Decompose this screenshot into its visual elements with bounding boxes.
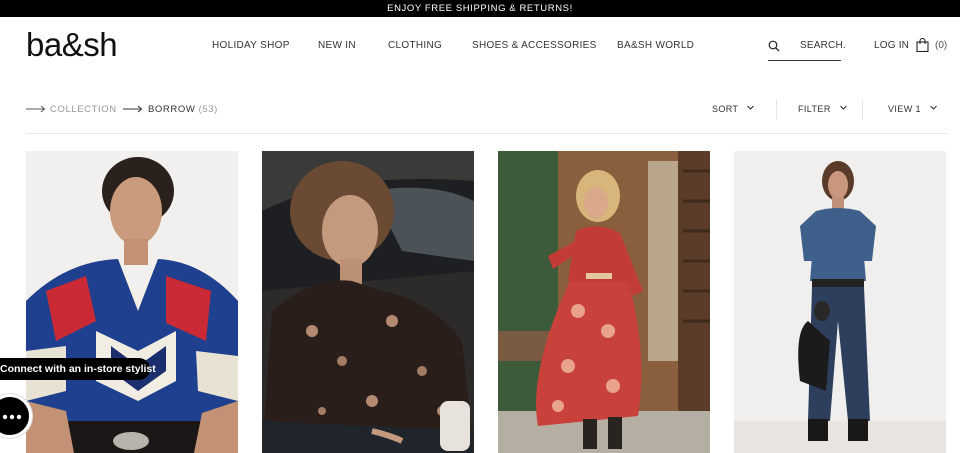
nav-clothing[interactable]: CLOTHING (388, 40, 442, 51)
view-label: VIEW 1 (888, 104, 921, 114)
product-grid (26, 151, 947, 453)
divider (862, 100, 863, 120)
search-label: SEARCH. (800, 40, 846, 51)
nav-shoes-accessories[interactable]: SHOES & ACCESSORIES (472, 40, 597, 51)
chevron-down-icon (839, 105, 847, 110)
chevron-down-icon (747, 105, 755, 110)
product-card[interactable] (498, 151, 710, 453)
breadcrumb-current: BORROW (53) (148, 104, 218, 115)
toolbar-divider (26, 133, 947, 134)
nav-holiday-shop[interactable]: HOLIDAY SHOP (212, 40, 290, 51)
login-link[interactable]: LOG IN (874, 40, 909, 51)
filter-label: FILTER (798, 104, 831, 114)
product-card[interactable] (262, 151, 474, 453)
nav-bash-world[interactable]: BA&SH WORLD (617, 40, 694, 51)
stylist-banner-label: Connect with an in-store stylist (0, 363, 156, 375)
divider (776, 100, 777, 120)
listing-toolbar: COLLECTION BORROW (53) SORT FILTER VIEW … (26, 96, 947, 124)
breadcrumb-current-label: BORROW (148, 104, 196, 115)
chat-icon (2, 414, 22, 420)
product-card[interactable] (734, 151, 946, 453)
view-dropdown[interactable]: VIEW 1 (888, 104, 937, 114)
result-count: (53) (198, 104, 218, 115)
product-card[interactable] (26, 151, 238, 453)
sort-dropdown[interactable]: SORT (712, 104, 755, 114)
product-image (498, 151, 710, 453)
product-image (734, 151, 946, 453)
product-image (262, 151, 474, 453)
product-image (26, 151, 238, 453)
stylist-banner[interactable]: Connect with an in-store stylist (0, 358, 156, 380)
search-icon (768, 40, 780, 52)
breadcrumb-collection[interactable]: COLLECTION (50, 104, 117, 115)
shopping-bag-icon[interactable] (916, 38, 929, 52)
arrow-right-icon (123, 105, 143, 113)
promo-banner: ENJOY FREE SHIPPING & RETURNS! (0, 0, 960, 17)
site-header: ba&sh HOLIDAY SHOP NEW IN CLOTHING SHOES… (0, 17, 960, 77)
sort-label: SORT (712, 104, 739, 114)
nav-new-in[interactable]: NEW IN (318, 40, 356, 51)
chevron-down-icon (929, 105, 937, 110)
arrow-right-icon (26, 105, 46, 113)
cart-count[interactable]: (0) (935, 40, 947, 51)
filter-dropdown[interactable]: FILTER (798, 104, 847, 114)
search-field[interactable]: SEARCH. (768, 37, 846, 61)
promo-text: ENJOY FREE SHIPPING & RETURNS! (387, 3, 573, 14)
